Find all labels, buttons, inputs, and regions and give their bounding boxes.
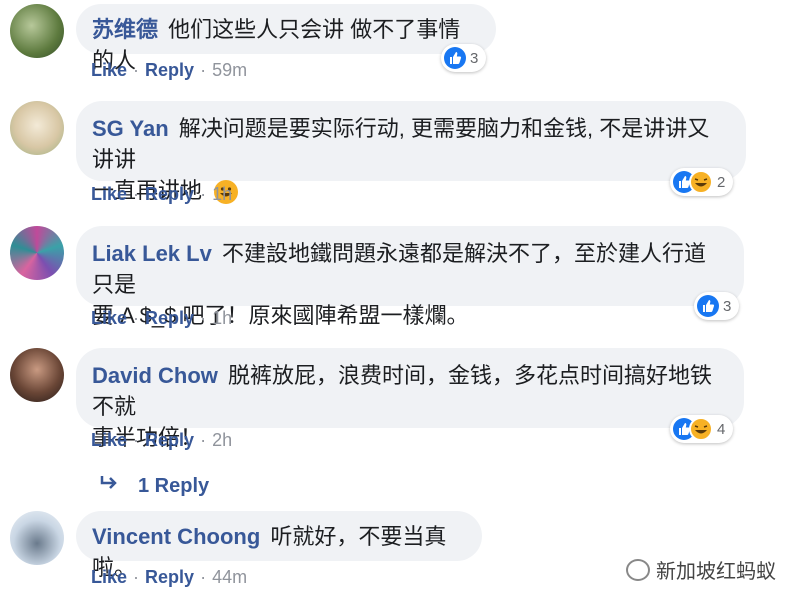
like-link[interactable]: Like bbox=[91, 567, 127, 587]
comment-author[interactable]: SG Yan bbox=[92, 116, 169, 141]
comment-author[interactable]: Liak Lek Lv bbox=[92, 241, 212, 266]
reaction-count: 2 bbox=[717, 173, 726, 191]
replies-count-label[interactable]: 1 Reply bbox=[138, 475, 209, 497]
reply-arrow-icon bbox=[98, 474, 120, 498]
comment-author[interactable]: 苏维德 bbox=[92, 17, 158, 42]
reaction-summary[interactable]: 4 bbox=[670, 415, 734, 443]
like-link[interactable]: Like bbox=[91, 60, 127, 80]
avatar[interactable] bbox=[10, 4, 64, 58]
comment-text: 解决问题是要实际行动, 更需要脑力和金钱, 不是讲讲又讲讲 bbox=[92, 116, 710, 172]
reaction-summary[interactable]: 3 bbox=[441, 44, 487, 72]
reaction-count: 4 bbox=[717, 420, 726, 438]
comment-actions: Like · Reply · 2h bbox=[91, 430, 233, 450]
comment-bubble: 苏维德 他们这些人只会讲 做不了事情的人 bbox=[76, 4, 496, 73]
comment-actions: Like · Reply · 59m bbox=[91, 60, 248, 80]
reaction-count: 3 bbox=[723, 297, 732, 315]
reply-link[interactable]: Reply bbox=[145, 567, 194, 587]
comment-author[interactable]: Vincent Choong bbox=[92, 524, 260, 549]
like-icon bbox=[444, 47, 466, 69]
avatar[interactable] bbox=[10, 348, 64, 402]
like-link[interactable]: Like bbox=[91, 430, 127, 450]
comment-bubble: SG Yan 解决问题是要实际行动, 更需要脑力和金钱, 不是讲讲又讲讲 一直再… bbox=[76, 101, 746, 205]
comment-time[interactable]: 1h bbox=[212, 308, 232, 328]
comment-time[interactable]: 44m bbox=[212, 567, 247, 587]
comment-bubble: Vincent Choong 听就好，不要当真啦。 bbox=[76, 511, 482, 580]
comment-time[interactable]: 1h bbox=[212, 184, 232, 204]
watermark-text: 新加坡红蚂蚁 bbox=[656, 561, 776, 583]
watermark: 新加坡红蚂蚁 bbox=[626, 555, 776, 584]
reply-link[interactable]: Reply bbox=[145, 430, 194, 450]
wechat-icon bbox=[626, 558, 650, 581]
avatar[interactable] bbox=[10, 226, 64, 280]
reply-link[interactable]: Reply bbox=[145, 184, 194, 204]
comment-time[interactable]: 2h bbox=[212, 430, 232, 450]
reaction-summary[interactable]: 3 bbox=[694, 292, 740, 320]
comment-bubble: Liak Lek Lv 不建設地鐵問題永遠都是解決不了，至於建人行道只是 要 A… bbox=[76, 226, 744, 328]
avatar[interactable] bbox=[10, 511, 64, 565]
reply-link[interactable]: Reply bbox=[145, 308, 194, 328]
comment-actions: Like · Reply · 1h bbox=[91, 184, 233, 204]
comment-actions: Like · Reply · 44m bbox=[91, 567, 248, 587]
haha-icon bbox=[689, 417, 713, 441]
comment-bubble: David Chow 脱裤放屁，浪费时间，金钱，多花点时间搞好地铁不就 事半功倍… bbox=[76, 348, 744, 450]
comment-time[interactable]: 59m bbox=[212, 60, 247, 80]
comment-author[interactable]: David Chow bbox=[92, 363, 218, 388]
reaction-count: 3 bbox=[470, 49, 479, 67]
reaction-summary[interactable]: 2 bbox=[670, 168, 734, 196]
avatar[interactable] bbox=[10, 101, 64, 155]
view-replies-link[interactable]: 1 Reply bbox=[98, 474, 209, 498]
comment-actions: Like · Reply · 1h bbox=[91, 308, 233, 328]
like-link[interactable]: Like bbox=[91, 308, 127, 328]
reply-link[interactable]: Reply bbox=[145, 60, 194, 80]
like-link[interactable]: Like bbox=[91, 184, 127, 204]
like-icon bbox=[697, 295, 719, 317]
haha-icon bbox=[689, 170, 713, 194]
